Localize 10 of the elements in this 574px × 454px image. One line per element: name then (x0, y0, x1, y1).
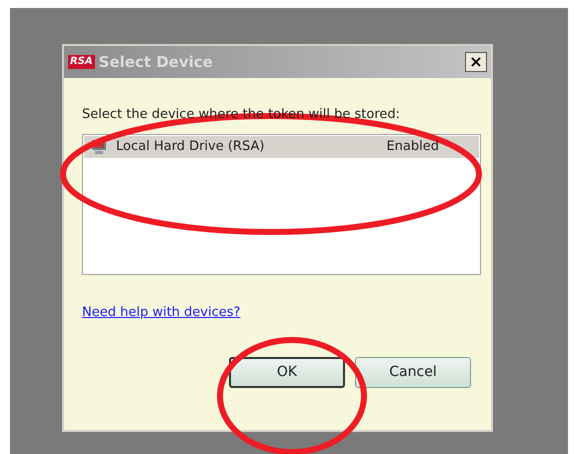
device-name: Local Hard Drive (RSA) (116, 138, 266, 156)
close-button[interactable]: × (465, 52, 487, 72)
computer-icon (90, 138, 108, 156)
cancel-button[interactable]: Cancel (355, 356, 471, 388)
device-status: Enabled (386, 138, 439, 156)
ok-button[interactable]: OK (229, 356, 345, 388)
window-title: Select Device (98, 52, 214, 73)
help-link[interactable]: Need help with devices? (82, 303, 240, 322)
rsa-logo: RSA (68, 55, 95, 69)
device-row[interactable]: Local Hard Drive (RSA) Enabled (84, 136, 479, 158)
